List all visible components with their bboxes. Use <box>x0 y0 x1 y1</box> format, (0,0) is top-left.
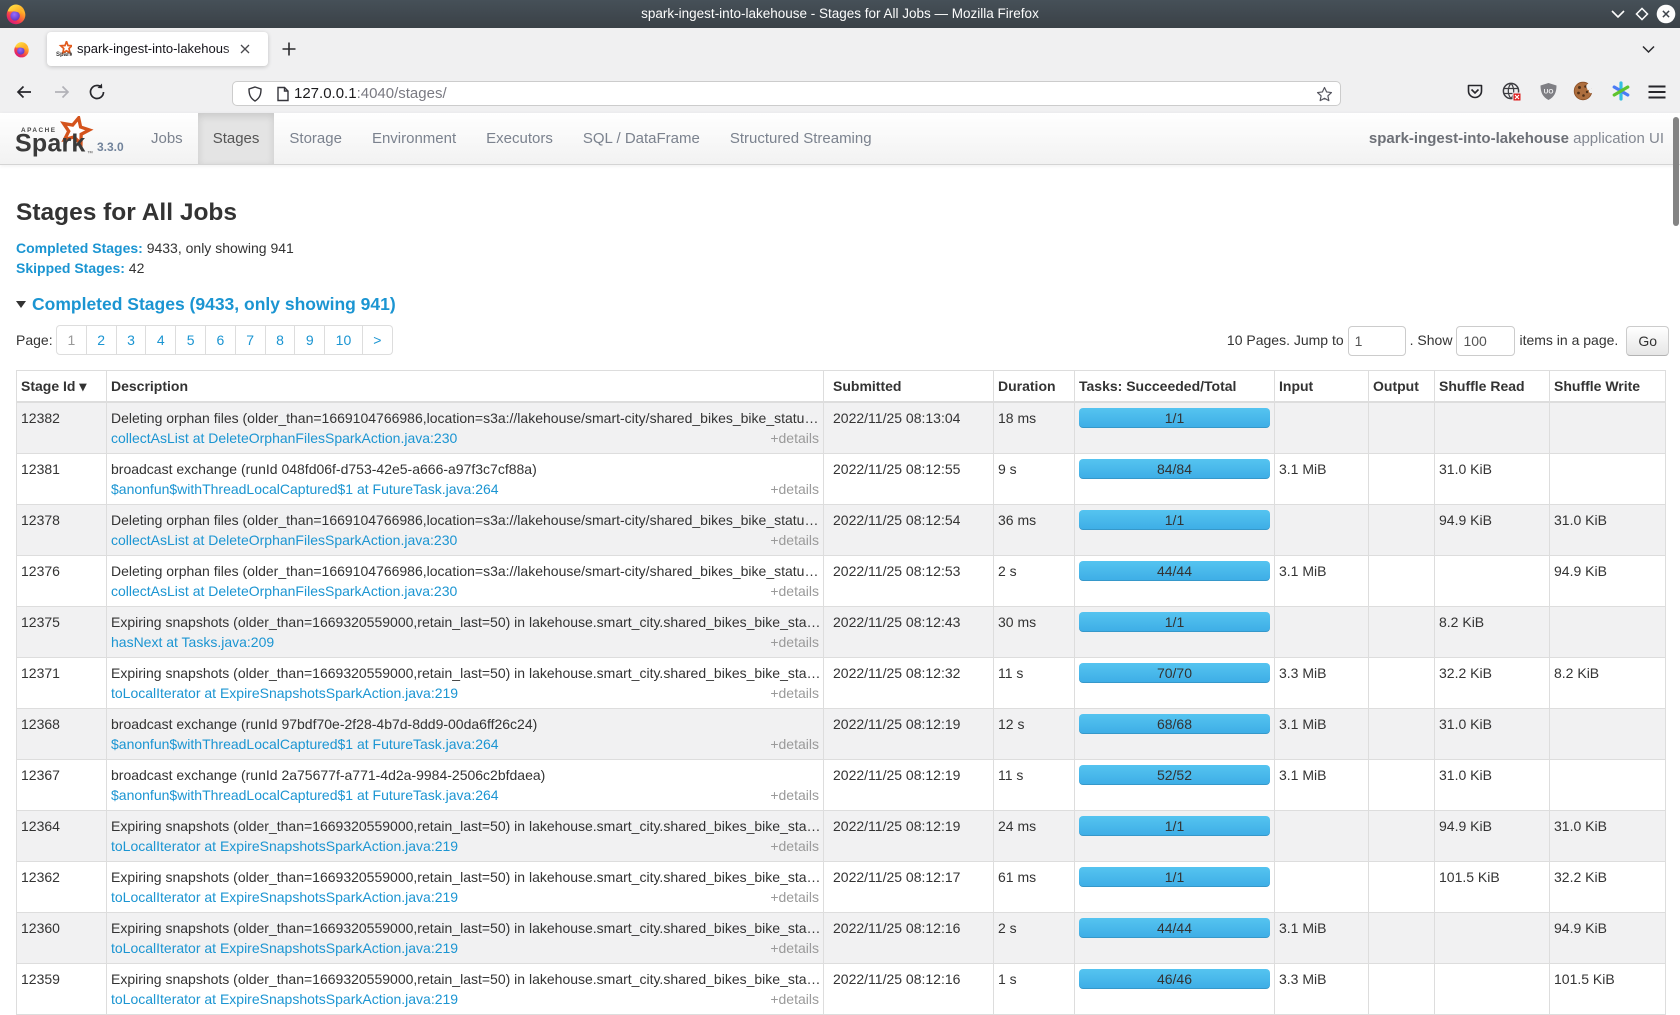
svg-text:UO: UO <box>1544 89 1554 96</box>
svg-text:Spark: Spark <box>56 52 72 57</box>
svg-text:Spark: Spark <box>15 130 85 158</box>
svg-text:™: ™ <box>87 150 93 157</box>
